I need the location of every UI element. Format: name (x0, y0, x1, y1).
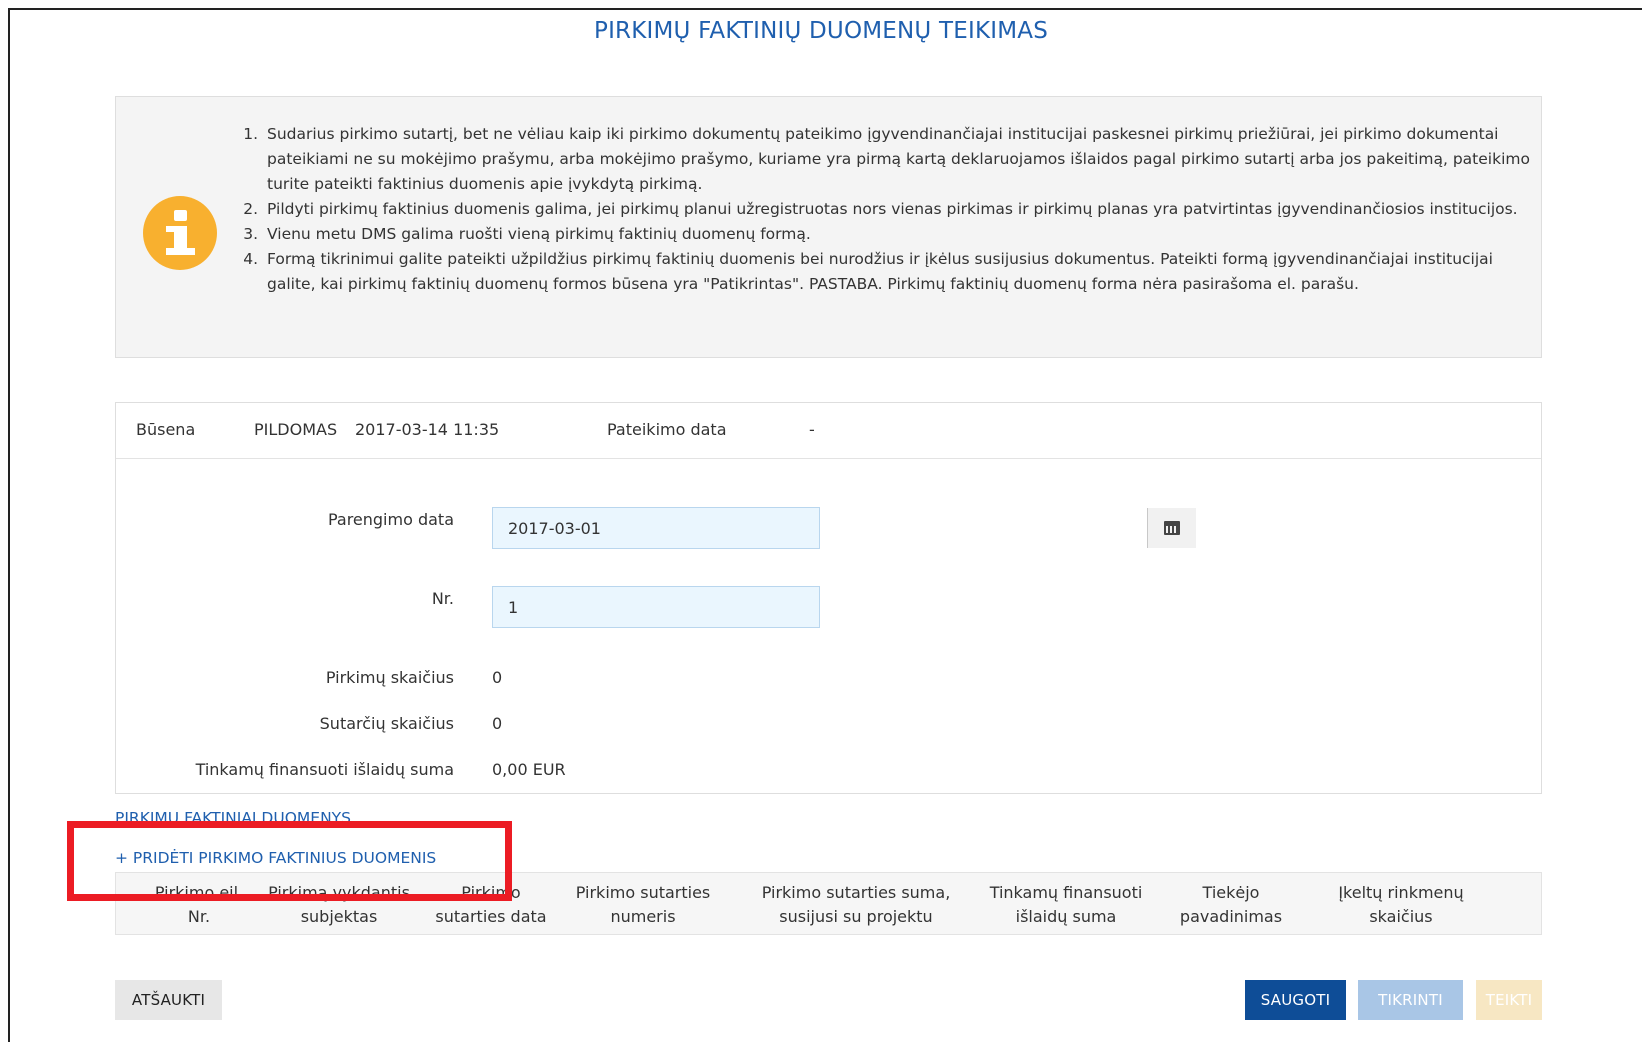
info-item: Pildyti pirkimų faktinius duomenis galim… (263, 197, 1531, 222)
info-item: Vienu metu DMS galima ruošti vieną pirki… (263, 222, 1531, 247)
nr-input[interactable]: 1 (492, 586, 820, 628)
info-circle-icon (143, 196, 217, 270)
calendar-button[interactable] (1147, 508, 1196, 548)
prep-date-label: Parengimo data (327, 510, 454, 529)
status-label: Būsena (136, 420, 196, 439)
status-badge: PILDOMAS (254, 420, 338, 439)
submit-date-label: Pateikimo data (607, 420, 727, 439)
prep-date-input[interactable]: 2017-03-01 (492, 507, 1196, 549)
column-header[interactable]: Įkeltų rinkmenų skaičius (1301, 881, 1501, 929)
status-row: Būsena PILDOMAS 2017-03-14 11:35 Pateiki… (116, 403, 1541, 459)
save-button[interactable]: SAUGOTI (1245, 980, 1346, 1020)
check-button[interactable]: TIKRINTI (1358, 980, 1463, 1020)
submit-button[interactable]: TEIKTI (1476, 980, 1542, 1020)
info-item: Sudarius pirkimo sutartį, bet ne vėliau … (263, 122, 1531, 197)
purchases-count-label: Pirkimų skaičius (325, 668, 454, 687)
eligible-sum-value: 0,00 EUR (492, 760, 566, 779)
cancel-button[interactable]: ATŠAUKTI (115, 980, 222, 1020)
submit-date-value: - (809, 420, 815, 439)
nr-label: Nr. (431, 589, 454, 608)
column-header[interactable]: Tiekėjo pavadinimas (1171, 881, 1291, 929)
column-header[interactable]: Tinkamų finansuoti išlaidų suma (971, 881, 1161, 929)
info-list: Sudarius pirkimo sutartį, bet ne vėliau … (241, 122, 1531, 297)
status-datetime: 2017-03-14 11:35 (355, 420, 500, 439)
column-header[interactable]: Pirkimo sutarties suma, susijusi su proj… (741, 881, 971, 929)
calendar-icon (1164, 521, 1180, 535)
nr-value: 1 (508, 598, 519, 617)
highlight-annotation (67, 821, 512, 901)
page-title: PIRKIMŲ FAKTINIŲ DUOMENŲ TEIKIMAS (594, 18, 1048, 44)
purchases-count-value: 0 (492, 668, 503, 687)
info-item: Formą tikrinimui galite pateikti užpildž… (263, 247, 1531, 297)
info-box: Sudarius pirkimo sutartį, bet ne vėliau … (115, 96, 1542, 358)
contracts-count-value: 0 (492, 714, 503, 733)
eligible-sum-label: Tinkamų finansuoti išlaidų suma (195, 760, 454, 779)
prep-date-value: 2017-03-01 (508, 519, 601, 538)
column-header[interactable]: Pirkimo sutarties numeris (563, 881, 723, 929)
contracts-count-label: Sutarčių skaičius (319, 714, 454, 733)
form-panel: Būsena PILDOMAS 2017-03-14 11:35 Pateiki… (115, 402, 1542, 794)
